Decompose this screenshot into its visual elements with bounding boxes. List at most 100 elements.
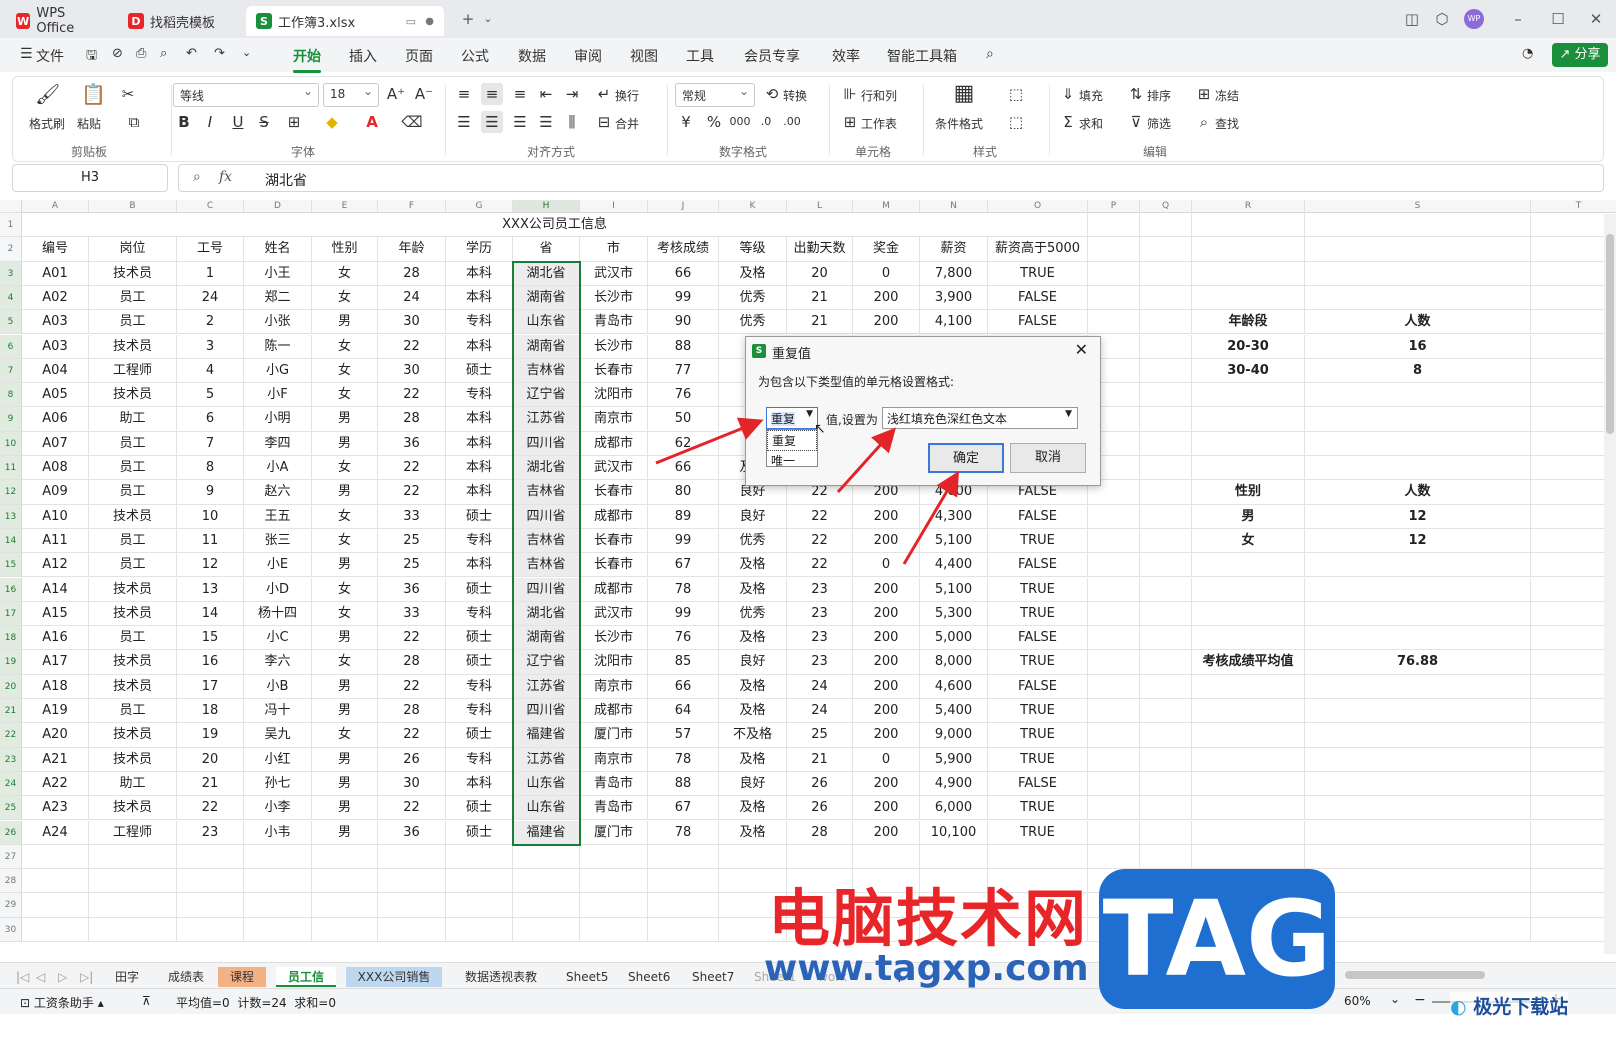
table-cell[interactable]: 硕士 bbox=[446, 504, 513, 529]
table-cell[interactable]: A01 bbox=[22, 261, 89, 286]
table-cell[interactable]: A08 bbox=[22, 456, 89, 481]
table-cell[interactable]: A12 bbox=[22, 553, 89, 578]
table-cell[interactable]: 本科 bbox=[446, 261, 513, 286]
thousands-icon[interactable]: 000 bbox=[729, 111, 751, 133]
cell[interactable] bbox=[1140, 285, 1192, 311]
find-icon[interactable]: ⌕ bbox=[1193, 111, 1215, 133]
align-bottom-icon[interactable]: ≡ bbox=[509, 83, 531, 105]
cell[interactable] bbox=[1088, 626, 1140, 651]
table-cell[interactable]: TRUE bbox=[988, 796, 1088, 821]
cell[interactable] bbox=[1088, 601, 1140, 627]
table-cell[interactable]: 64 bbox=[648, 699, 719, 724]
percent-icon[interactable]: % bbox=[703, 111, 725, 133]
cell[interactable] bbox=[22, 844, 89, 870]
cell[interactable] bbox=[513, 893, 580, 918]
cell[interactable] bbox=[1140, 577, 1192, 602]
salary-helper-button[interactable]: ⊡ 工资条助手 ▴ bbox=[20, 994, 104, 1011]
cancel-button[interactable]: 取消 bbox=[1010, 443, 1086, 473]
cell[interactable] bbox=[853, 844, 920, 870]
cell[interactable] bbox=[1192, 285, 1305, 311]
table-cell[interactable]: 23 bbox=[787, 577, 853, 602]
table-cell[interactable]: 22 bbox=[378, 674, 446, 699]
table-cell[interactable]: A20 bbox=[22, 723, 89, 748]
table-cell[interactable]: FALSE bbox=[988, 553, 1088, 578]
table-cell[interactable]: 28 bbox=[787, 820, 853, 845]
column-title[interactable]: 编号 bbox=[22, 237, 89, 262]
column-title[interactable]: 岗位 bbox=[89, 237, 177, 262]
find-button[interactable]: 查找 bbox=[1215, 115, 1239, 132]
table-cell[interactable]: A15 bbox=[22, 601, 89, 627]
more-chevron-icon[interactable]: ⌄ bbox=[242, 46, 251, 59]
cell[interactable] bbox=[446, 917, 513, 942]
sheet-tab[interactable]: Sheet7 bbox=[684, 967, 736, 987]
table-cell[interactable]: TRUE bbox=[988, 528, 1088, 554]
sheet-tab[interactable]: 成绩表 bbox=[160, 967, 212, 987]
table-cell[interactable]: 200 bbox=[853, 626, 920, 651]
cell[interactable] bbox=[988, 844, 1088, 870]
cell[interactable] bbox=[1305, 577, 1531, 602]
cell-style-icon[interactable]: ⬚ bbox=[1005, 83, 1027, 105]
age-range-header[interactable]: 年龄段 bbox=[1192, 310, 1305, 335]
table-cell[interactable]: 员工 bbox=[89, 699, 177, 724]
table-cell[interactable]: 80 bbox=[648, 480, 719, 505]
table-cell[interactable]: 厦门市 bbox=[580, 820, 648, 845]
table-cell[interactable]: 女 bbox=[312, 334, 378, 359]
cell[interactable] bbox=[1140, 796, 1192, 821]
cell[interactable] bbox=[177, 917, 244, 942]
table-cell[interactable]: A21 bbox=[22, 747, 89, 772]
table-cell[interactable]: 长春市 bbox=[580, 358, 648, 384]
sheet-tab[interactable]: XXX公司销售额 bbox=[346, 967, 442, 1004]
table-cell[interactable]: 200 bbox=[853, 650, 920, 675]
cell[interactable] bbox=[1192, 723, 1305, 748]
zoom-out-icon[interactable]: ⌄ bbox=[1390, 992, 1400, 1006]
cell[interactable] bbox=[1140, 601, 1192, 627]
table-cell[interactable]: 女 bbox=[312, 577, 378, 602]
currency-icon[interactable]: ¥ bbox=[675, 111, 697, 133]
row-header[interactable]: 23 bbox=[0, 747, 22, 772]
table-cell[interactable]: 0 bbox=[853, 747, 920, 772]
cell[interactable] bbox=[1140, 456, 1192, 481]
cell[interactable] bbox=[1192, 237, 1305, 262]
table-cell[interactable]: 技术员 bbox=[89, 723, 177, 748]
table-cell[interactable]: 技术员 bbox=[89, 747, 177, 772]
table-cell[interactable]: 南京市 bbox=[580, 407, 648, 432]
table-cell[interactable]: 员工 bbox=[89, 431, 177, 456]
cell[interactable] bbox=[22, 869, 89, 894]
row-header[interactable]: 30 bbox=[0, 917, 22, 942]
cell[interactable] bbox=[1192, 261, 1305, 286]
cell[interactable] bbox=[580, 869, 648, 894]
table-cell[interactable]: 李六 bbox=[244, 650, 312, 675]
cell[interactable] bbox=[1088, 796, 1140, 821]
table-cell[interactable]: 36 bbox=[378, 577, 446, 602]
menu-member[interactable]: 会员专享 bbox=[744, 46, 800, 66]
cell[interactable] bbox=[1305, 456, 1531, 481]
table-cell[interactable]: 88 bbox=[648, 771, 719, 797]
table-cell[interactable]: 30 bbox=[378, 358, 446, 384]
table-cell[interactable]: 女 bbox=[312, 285, 378, 311]
table-cell[interactable]: 长沙市 bbox=[580, 626, 648, 651]
table-cell[interactable]: 员工 bbox=[89, 553, 177, 578]
table-cell[interactable]: 28 bbox=[378, 261, 446, 286]
filter-button[interactable]: 筛选 bbox=[1147, 115, 1171, 132]
fill-icon[interactable]: ⇓ bbox=[1057, 83, 1079, 105]
table-cell[interactable]: 小D bbox=[244, 577, 312, 602]
cell[interactable] bbox=[446, 893, 513, 918]
table-cell[interactable]: A07 bbox=[22, 431, 89, 456]
cell[interactable] bbox=[22, 893, 89, 918]
table-cell[interactable]: A23 bbox=[22, 796, 89, 821]
table-cell[interactable]: 17 bbox=[177, 674, 244, 699]
table-cell[interactable]: 12 bbox=[177, 553, 244, 578]
cell[interactable] bbox=[1140, 213, 1192, 238]
maximize-icon[interactable]: ☐ bbox=[1546, 8, 1570, 30]
cell[interactable] bbox=[1088, 577, 1140, 602]
table-cell[interactable]: 技术员 bbox=[89, 504, 177, 529]
table-cell[interactable]: 14 bbox=[177, 601, 244, 627]
table-cell[interactable]: TRUE bbox=[988, 650, 1088, 675]
cell[interactable] bbox=[1088, 528, 1140, 554]
preview-icon[interactable]: ⌕ bbox=[160, 46, 167, 61]
table-cell[interactable]: 23 bbox=[177, 820, 244, 845]
column-header-E[interactable]: E bbox=[312, 200, 378, 213]
cell[interactable] bbox=[378, 844, 446, 870]
table-cell[interactable]: 20 bbox=[177, 747, 244, 772]
table-cell[interactable]: 78 bbox=[648, 747, 719, 772]
